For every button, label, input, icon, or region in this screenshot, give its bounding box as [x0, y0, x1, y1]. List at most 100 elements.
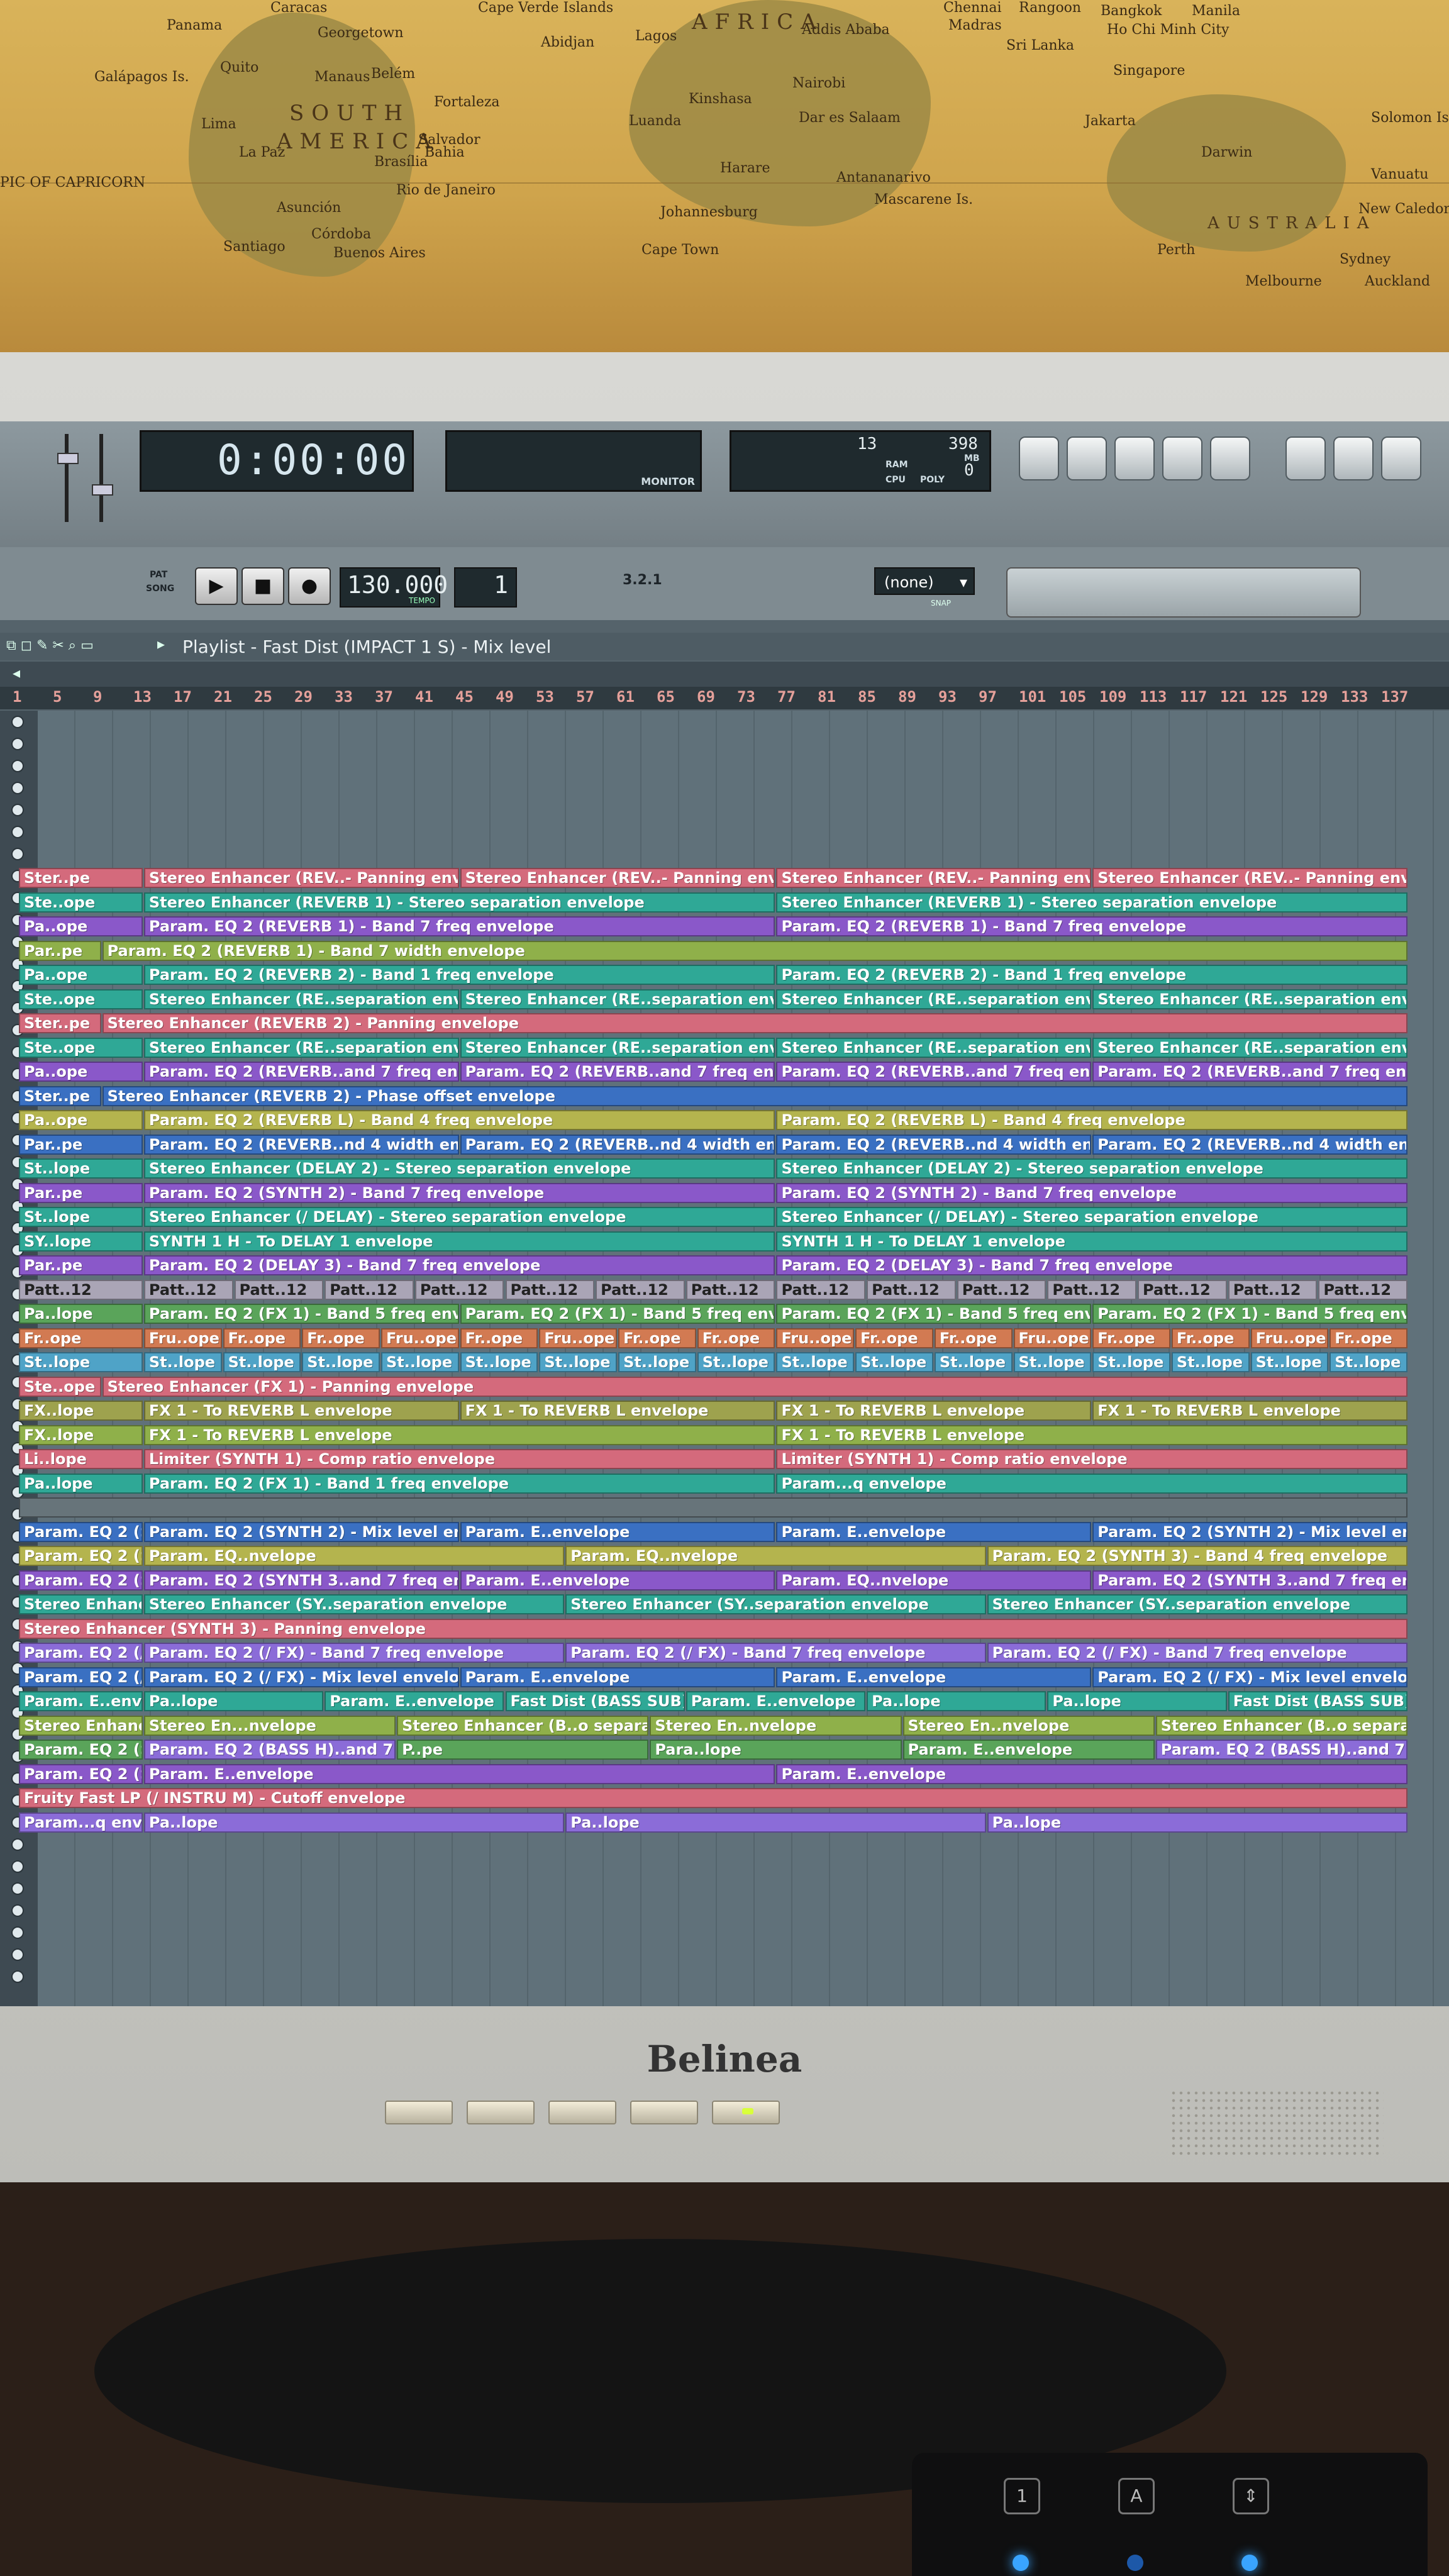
playlist-clip[interactable]: FX..lope [19, 1424, 143, 1445]
playlist-clip[interactable]: Stereo Enhancer (SY..separation envelope [565, 1594, 986, 1614]
playlist-clip[interactable]: Patt..12 [1318, 1279, 1407, 1300]
master-volume-slider[interactable] [65, 434, 69, 522]
track-mute-toggle[interactable] [11, 1904, 24, 1917]
playlist-clip[interactable]: St..lope [539, 1352, 618, 1372]
playlist-clip[interactable]: Param. EQ 2 (REVERB 2) - Band 1 freq env… [776, 965, 1407, 985]
playlist-clip[interactable]: FX 1 - To REVERB L envelope [143, 1424, 775, 1445]
playlist-scrollbar[interactable]: ◂ [0, 662, 1449, 687]
playlist-clip[interactable]: Param. E..envelope [902, 1740, 1155, 1760]
playlist-clip[interactable]: St..lope [19, 1352, 143, 1372]
playlist-clip[interactable]: Stereo Enhancer (SYNTH 3) - Panning enve… [19, 1618, 1407, 1639]
playlist-clip[interactable]: Fr..ope [934, 1328, 1013, 1348]
stop-button[interactable]: ■ [242, 567, 284, 605]
playlist-clip[interactable]: Param...q envelope [19, 1812, 143, 1833]
playlist-clip[interactable]: Param. EQ 2 (/ FX) - Band 7 freq envelop… [565, 1643, 986, 1663]
playlist-clip[interactable]: Stereo Enhancer (REVERB 2) - Panning env… [102, 1013, 1407, 1033]
playlist-clip[interactable]: Stereo Enhancer (/ DELAY) - Stereo separ… [776, 1207, 1407, 1227]
playlist-clip[interactable]: Patt..12 [414, 1279, 504, 1300]
playlist-clip[interactable]: St..lope [855, 1352, 933, 1372]
playlist-clip[interactable]: Stereo Enhancer (B..o separation envelop… [1155, 1715, 1407, 1736]
playlist-clip[interactable]: St..lope [380, 1352, 459, 1372]
song-time-display[interactable]: 0:00:00 [140, 430, 414, 492]
playlist-clip[interactable]: Stereo Enhancer (REVERB 1) - Stereo sepa… [776, 892, 1407, 913]
playlist-clip[interactable]: Patt..12 [234, 1279, 324, 1300]
playlist-clip[interactable]: Patt..12 [19, 1279, 143, 1300]
playlist-clip[interactable]: St..lope [143, 1352, 222, 1372]
playlist-clip[interactable]: Stereo Enhancer (SY..separation envelope [987, 1594, 1407, 1614]
playlist-clip[interactable]: Patt..12 [1047, 1279, 1137, 1300]
playlist-clip[interactable]: FX 1 - To REVERB L envelope [143, 1401, 459, 1421]
playlist-clip[interactable]: Fast Dist (BASS SUB) - Mix level envelop… [1228, 1691, 1407, 1711]
playlist-clip[interactable]: FX 1 - To REVERB L envelope [1092, 1401, 1407, 1421]
hub-key-a[interactable]: A [1118, 2478, 1155, 2514]
playlist-clip[interactable]: Param. E..envelope [686, 1691, 866, 1711]
playlist-clip[interactable]: Param. EQ 2 (FX 1) - Band 5 freq envelop… [1092, 1304, 1407, 1324]
playlist-clip[interactable]: Param. EQ 2 (SYNTH 3) - Band 4 freq enve… [19, 1546, 143, 1566]
track-mute-toggle[interactable] [11, 782, 24, 794]
playlist-clip[interactable]: Patt..12 [505, 1279, 595, 1300]
playlist-clip[interactable]: Pa..lope [565, 1812, 986, 1833]
playlist-clip[interactable]: Para..lope [650, 1740, 902, 1760]
playlist-clip[interactable]: Param. EQ 2 (SYNTH 2) - Mix level envelo… [1092, 1521, 1407, 1542]
playlist-clip[interactable]: Param. EQ 2 (BASS H)..and 7 freq envelop… [1155, 1740, 1407, 1760]
playlist-clip[interactable]: Stereo Enhancer (RE..separation envelope [1092, 989, 1407, 1009]
playlist-clip[interactable]: Param. EQ 2 (DELAY 3) - Band 7 freq enve… [776, 1255, 1407, 1275]
playlist-clip[interactable]: Pa..ope [19, 1062, 143, 1082]
playlist-clip[interactable]: Param. EQ 2 (REVERB..nd 4 width envelope [776, 1134, 1092, 1155]
playlist-clip[interactable]: Patt..12 [867, 1279, 956, 1300]
playlist-clip[interactable]: St..lope [776, 1352, 855, 1372]
playlist-clip[interactable]: Stereo Enhancer (REVERB 1) - Stereo sepa… [143, 892, 775, 913]
playlist-clip[interactable]: St..lope [19, 1158, 143, 1179]
playlist-clip[interactable]: Param. E..envelope [460, 1570, 775, 1591]
playlist-clip[interactable]: Param. EQ 2 (REVERB..and 7 freq envelope [460, 1062, 775, 1082]
play-button[interactable]: ▶ [195, 567, 238, 605]
playlist-clip[interactable]: Stereo Enhancer (RE..separation envelope [460, 989, 775, 1009]
playlist-clip[interactable]: Param. EQ 2 (REVERB..and 7 freq envelope [143, 1062, 459, 1082]
time-signature-counter[interactable]: 3.2.1 [623, 572, 662, 588]
playlist-clip[interactable]: Fr..ope [697, 1328, 775, 1348]
plugin-picker-button[interactable] [1333, 436, 1374, 480]
track-mute-toggle[interactable] [11, 826, 24, 838]
playlist-clip[interactable]: St..lope [1250, 1352, 1329, 1372]
playlist-clip[interactable]: Ste..ope [19, 1037, 143, 1058]
tempo-display[interactable]: 130.000 TEMPO [340, 567, 448, 608]
playlist-clip[interactable]: Param. EQ 2 (SYNTH 3) - Band 7 freq enve… [19, 1570, 143, 1591]
playlist-clip[interactable]: Patt..12 [325, 1279, 414, 1300]
playlist-toolbar-icons[interactable]: ⧉ ◻ ✎ ✂ ⌕ ▭ [6, 638, 94, 653]
track-mute-toggle[interactable] [11, 804, 24, 816]
playlist-clip[interactable]: Param. E..envelope [19, 1691, 143, 1711]
playlist-clip[interactable]: Param. EQ 2 (SYNTH 1 H) - Band 5 freq en… [19, 1740, 143, 1760]
playlist-clip[interactable]: Stereo En..nvelope [902, 1715, 1155, 1736]
playlist-clip[interactable]: Fr..ope [855, 1328, 933, 1348]
playlist-clip[interactable]: Fr..ope [460, 1328, 538, 1348]
playlist-clip[interactable]: Fru..ope [539, 1328, 618, 1348]
playlist-clip[interactable]: Stereo Enhancer (SYNTH 3)..tereo separat… [19, 1594, 143, 1614]
playlist-clip[interactable]: St..lope [934, 1352, 1013, 1372]
playlist-clip[interactable]: Param. EQ 2 (REVERB L) - Band 4 freq env… [143, 1110, 775, 1130]
playlist-clip[interactable]: Param. EQ 2 (REVERB..and 7 freq envelope [1092, 1062, 1407, 1082]
playlist-clip[interactable]: Param. EQ 2 (REVERB 2) - Band 1 freq env… [143, 965, 775, 985]
playlist-clip[interactable]: Stereo Enhancer (REV..- Panning envelope [1092, 868, 1407, 888]
playlist-clip[interactable]: Fr..ope [1092, 1328, 1170, 1348]
playlist-clip[interactable]: Param. E..envelope [460, 1521, 775, 1542]
playlist-clip[interactable]: FX..lope [19, 1401, 143, 1421]
playlist-clip[interactable]: Ster..pe [19, 868, 143, 888]
playlist-clip[interactable]: Stereo En...nvelope [143, 1715, 396, 1736]
playlist-clip[interactable]: Fru..ope [380, 1328, 459, 1348]
hub-key-arrows[interactable]: ⇕ [1233, 2478, 1269, 2514]
playlist-clip[interactable]: Stereo Enhancer (REV..- Panning envelope [143, 868, 459, 888]
playlist-clip[interactable]: Param. EQ 2 (SYNTH 2) - Mix level envelo… [19, 1521, 143, 1542]
playlist-clip[interactable]: Ste..ope [19, 989, 143, 1009]
playlist-clip[interactable]: Fr..ope [223, 1328, 301, 1348]
channel-rack-button[interactable] [1114, 436, 1155, 480]
playlist-clip[interactable]: Stereo Enhancer (RE..separation envelope [1092, 1037, 1407, 1058]
playlist-clip[interactable]: St..lope [460, 1352, 538, 1372]
track-mute-toggle[interactable] [11, 1838, 24, 1851]
playlist-clip[interactable]: Fru..ope [776, 1328, 855, 1348]
playlist-clip[interactable]: Stereo En..nvelope [650, 1715, 902, 1736]
playlist-clip[interactable]: St..lope [1092, 1352, 1170, 1372]
playlist-clip[interactable]: Param. EQ 2 (/ FX) - Mix level envelope [143, 1667, 459, 1687]
track-mute-toggle[interactable] [11, 1926, 24, 1939]
playlist-clip[interactable]: Fru..ope [1013, 1328, 1092, 1348]
playlist-clip[interactable]: Param. EQ 2 (FX 1) - Band 5 freq envelop… [460, 1304, 775, 1324]
